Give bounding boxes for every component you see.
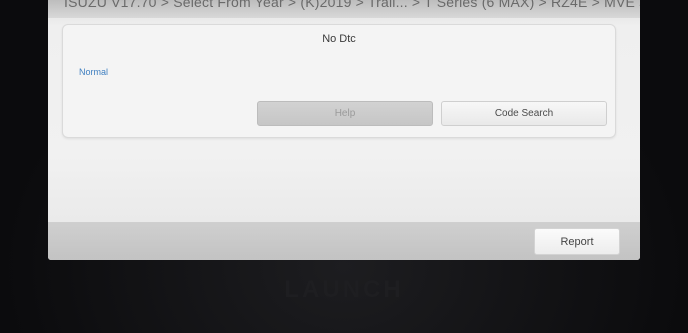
bottom-toolbar: Report	[48, 222, 640, 260]
device-frame: ISUZU V17.70 > Select From Year > (K)201…	[0, 0, 688, 333]
dtc-title: No Dtc	[322, 33, 356, 45]
breadcrumb-bar: ISUZU V17.70 > Select From Year > (K)201…	[48, 0, 640, 18]
device-brand-logo: LAUNCH	[284, 276, 404, 303]
help-button[interactable]: Help	[257, 101, 433, 126]
dtc-status: Normal	[79, 67, 109, 77]
code-search-button[interactable]: Code Search	[441, 101, 607, 126]
report-button[interactable]: Report	[534, 228, 620, 255]
dtc-result-panel: No Dtc Normal Help Code Search	[62, 24, 616, 138]
breadcrumb[interactable]: ISUZU V17.70 > Select From Year > (K)201…	[64, 0, 640, 10]
diagnostic-screen: ISUZU V17.70 > Select From Year > (K)201…	[48, 0, 640, 260]
